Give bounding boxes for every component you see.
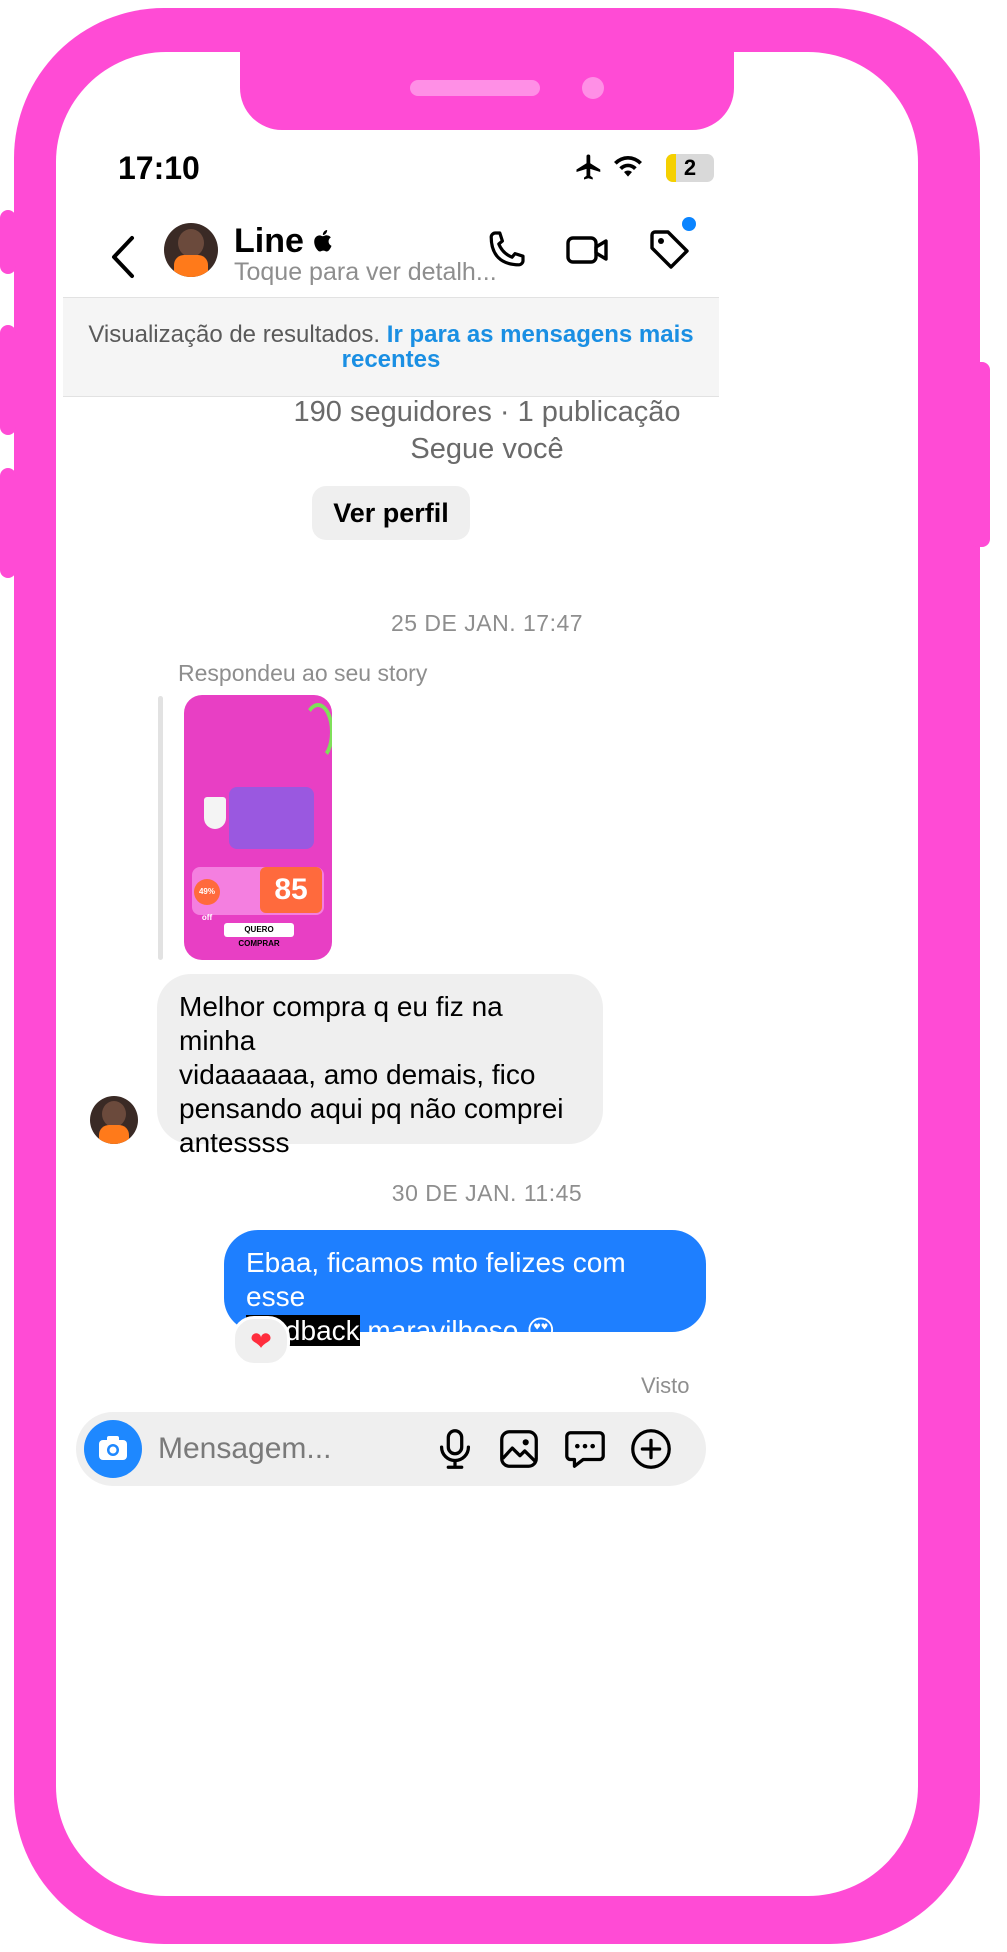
outgoing-line-2: feedback maravilhoso 😍 <box>246 1314 684 1348</box>
view-profile-button[interactable]: Ver perfil <box>312 486 470 540</box>
banner-text: Visualização de resultados. <box>88 321 381 348</box>
apple-icon <box>314 230 332 252</box>
story-thumbnail[interactable]: 49% off 85 QUERO COMPRAR <box>184 695 332 960</box>
message-input[interactable]: Mensagem... <box>158 1432 331 1466</box>
contact-avatar[interactable] <box>164 223 218 277</box>
sticker-chat-icon[interactable] <box>562 1426 608 1472</box>
story-cup-image <box>204 797 226 829</box>
side-button-left-1 <box>0 210 16 274</box>
gallery-icon[interactable] <box>496 1426 542 1472</box>
incoming-message-bubble[interactable]: Melhor compra q eu fiz na minha vidaaaaa… <box>157 974 603 1158</box>
story-pouch-image <box>229 787 314 849</box>
go-to-recent-link-cont[interactable]: recentes <box>342 346 441 373</box>
side-button-left-3 <box>0 468 16 578</box>
notification-dot <box>682 217 696 231</box>
incoming-line-2: vidaaaaaa, amo demais, fico <box>179 1059 536 1090</box>
profile-stats: 190 seguidores · 1 publicação <box>293 396 681 428</box>
story-reply-label: Respondeu ao seu story <box>178 660 428 686</box>
phone-call-icon[interactable] <box>482 226 530 274</box>
battery-level: 2 <box>683 155 697 180</box>
add-icon[interactable] <box>628 1426 674 1472</box>
outgoing-line-2-rest: maravilhoso 😍 <box>367 1315 556 1346</box>
speaker <box>410 80 540 96</box>
message-composer: Mensagem... <box>76 1412 706 1486</box>
back-arrow-icon[interactable] <box>104 232 144 282</box>
camera-button[interactable] <box>84 1420 142 1478</box>
date-separator-1: 25 DE JAN. 17:47 <box>390 610 584 636</box>
results-banner: Visualização de resultados. Ir para as m… <box>63 297 719 397</box>
battery-icon: 2 <box>666 154 714 182</box>
notch <box>240 52 734 130</box>
contact-name-text: Line <box>234 222 304 260</box>
incoming-line-3: pensando aqui pq não comprei <box>179 1093 564 1124</box>
status-time: 17:10 <box>118 150 200 186</box>
date-separator-2: 30 DE JAN. 11:45 <box>391 1180 583 1206</box>
wifi-icon <box>614 156 642 177</box>
airplane-icon <box>576 154 601 180</box>
phone-screen: 17:10 2 Line Toque para ver detalh... Vi… <box>56 52 918 1896</box>
status-icons: 2 <box>574 148 724 188</box>
incoming-line-1: Melhor compra q eu fiz na minha <box>179 991 503 1056</box>
video-call-icon[interactable] <box>564 226 612 274</box>
side-button-right <box>970 362 990 547</box>
contact-subtitle[interactable]: Toque para ver detalh... <box>234 258 497 287</box>
seen-status: Visto <box>641 1373 690 1398</box>
follows-you-label: Segue você <box>410 433 564 465</box>
story-price: 85 <box>260 867 322 913</box>
story-cta: QUERO COMPRAR <box>224 923 294 948</box>
camera-icon <box>99 1436 127 1460</box>
story-decoration <box>302 703 332 761</box>
tag-icon[interactable] <box>646 226 694 274</box>
story-reply-bar <box>158 696 163 960</box>
go-to-recent-link[interactable]: Ir para as mensagens mais <box>387 321 694 348</box>
sender-avatar[interactable] <box>90 1096 138 1144</box>
microphone-icon[interactable] <box>432 1426 478 1472</box>
front-camera <box>582 77 604 99</box>
story-discount-badge: 49% off <box>194 879 220 922</box>
contact-name[interactable]: Line <box>234 222 335 261</box>
heart-reaction[interactable]: ❤ <box>232 1316 290 1366</box>
side-button-left-2 <box>0 325 16 435</box>
outgoing-line-1: Ebaa, ficamos mto felizes com esse <box>246 1247 626 1312</box>
incoming-line-4: antessss <box>179 1127 290 1158</box>
outgoing-message-bubble[interactable]: Ebaa, ficamos mto felizes com esse feedb… <box>224 1230 706 1346</box>
